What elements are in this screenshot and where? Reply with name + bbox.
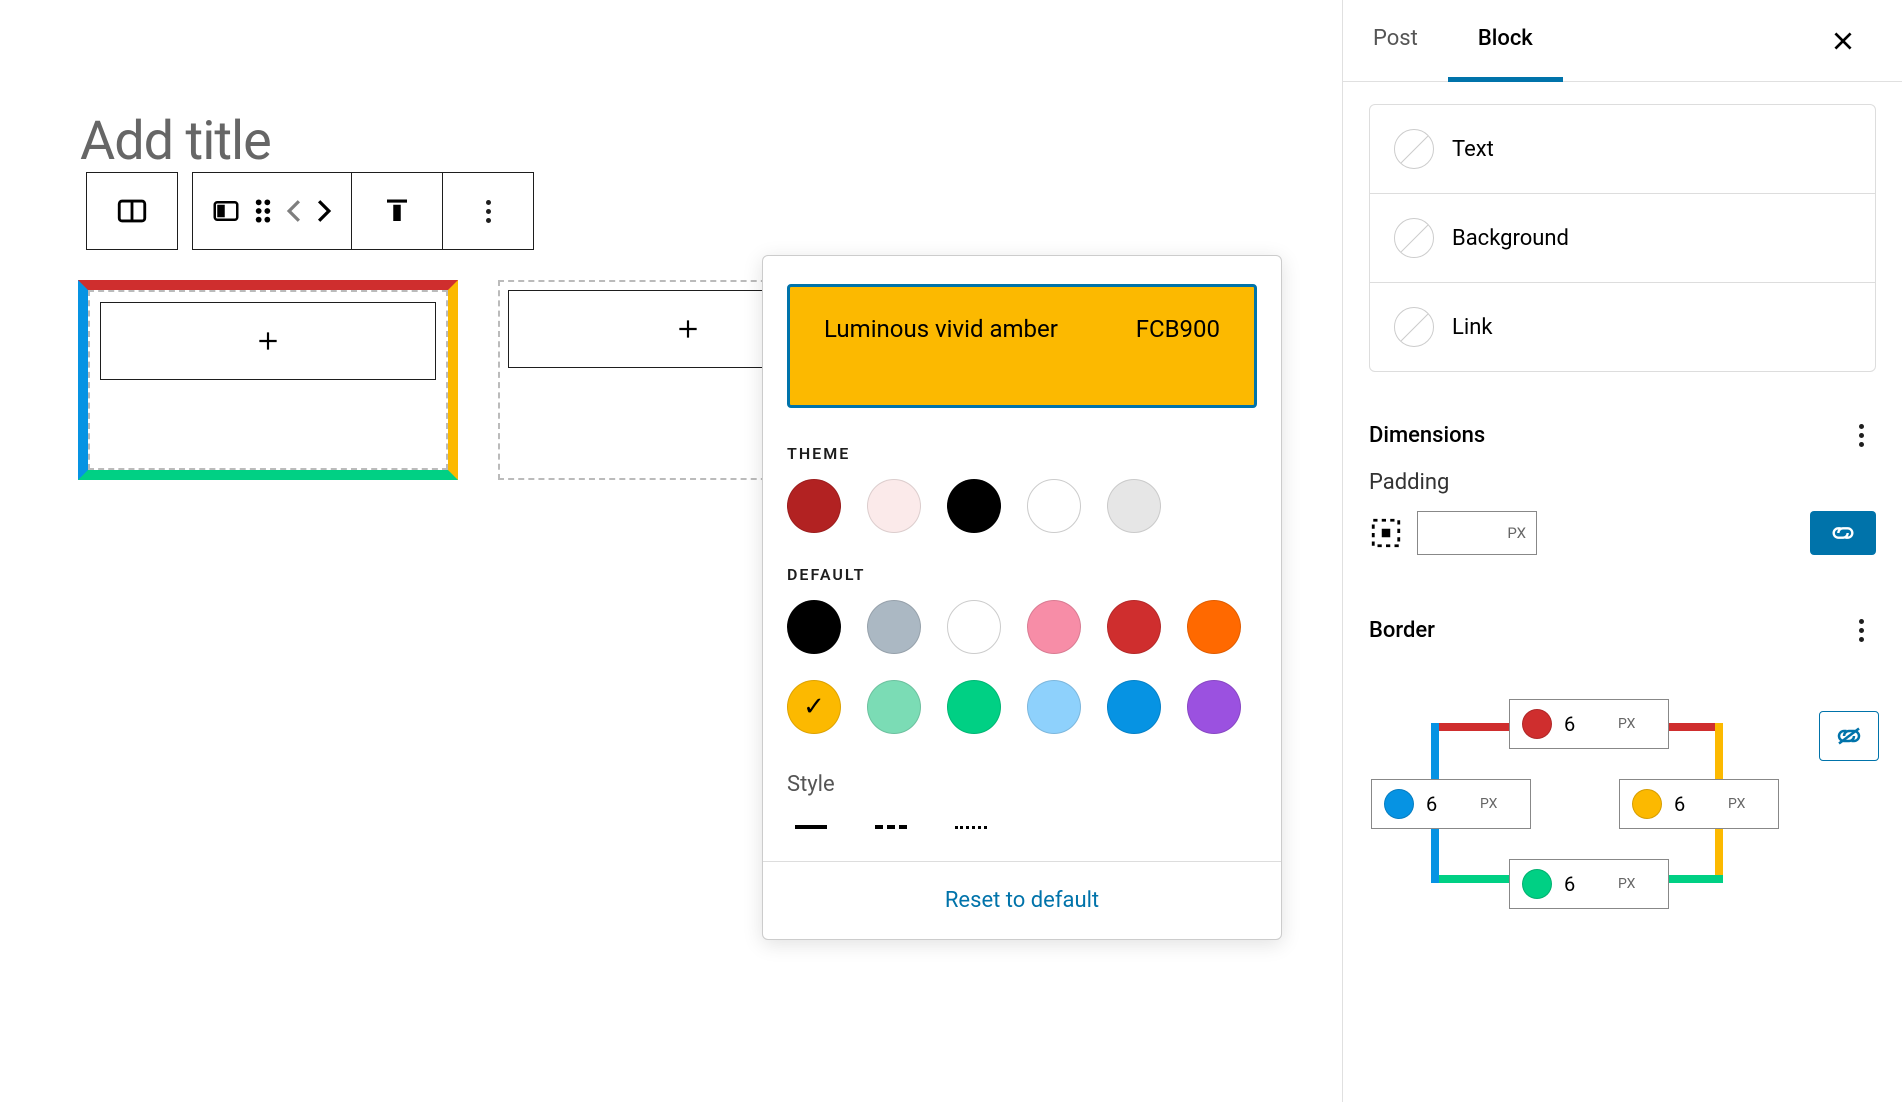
theme-palette-heading: THEME xyxy=(763,432,1281,471)
selected-color-hex: FCB900 xyxy=(1136,315,1220,343)
color-preview[interactable]: Luminous vivid amber FCB900 xyxy=(787,284,1257,408)
color-swatch[interactable] xyxy=(787,600,841,654)
color-swatch[interactable] xyxy=(1027,680,1081,734)
plus-icon xyxy=(675,316,701,342)
tab-post[interactable]: Post xyxy=(1343,0,1448,82)
border-style-heading: Style xyxy=(763,754,1281,805)
align-button[interactable] xyxy=(352,172,442,250)
null-color-icon xyxy=(1394,218,1434,258)
post-title-placeholder[interactable]: Add title xyxy=(80,110,271,173)
tab-block[interactable]: Block xyxy=(1448,0,1563,82)
link-sides-button[interactable] xyxy=(1810,511,1876,555)
padding-sides-icon[interactable] xyxy=(1369,516,1403,550)
color-swatch[interactable] xyxy=(947,479,1001,533)
columns-block xyxy=(78,280,878,480)
color-option-text[interactable]: Text xyxy=(1370,105,1875,194)
plus-icon xyxy=(255,328,281,354)
border-top-color-swatch[interactable] xyxy=(1522,709,1552,739)
drag-handle-icon[interactable] xyxy=(253,198,273,224)
move-right-icon[interactable] xyxy=(315,198,333,224)
color-swatch[interactable] xyxy=(1027,600,1081,654)
border-bottom-input[interactable]: 6 PX xyxy=(1509,859,1669,909)
color-swatch[interactable] xyxy=(1187,680,1241,734)
align-top-icon xyxy=(382,196,412,226)
border-panel-header[interactable]: Border xyxy=(1343,589,1902,659)
border-options-button[interactable] xyxy=(1846,615,1876,645)
block-toolbar xyxy=(86,172,534,250)
border-bottom-color-swatch[interactable] xyxy=(1522,869,1552,899)
color-swatch[interactable] xyxy=(867,479,921,533)
color-swatch[interactable] xyxy=(867,680,921,734)
sidebar-tabs: Post Block xyxy=(1343,0,1902,82)
close-icon xyxy=(1830,28,1856,54)
theme-swatch-row xyxy=(763,471,1281,553)
border-right-color-swatch[interactable] xyxy=(1632,789,1662,819)
border-top-input[interactable]: 6 PX xyxy=(1509,699,1669,749)
color-swatch[interactable] xyxy=(1107,600,1161,654)
border-right-input[interactable]: 6 PX xyxy=(1619,779,1779,829)
block-appender[interactable] xyxy=(100,302,436,380)
border-left-color-swatch[interactable] xyxy=(1384,789,1414,819)
unlink-borders-button[interactable] xyxy=(1819,711,1879,761)
padding-value-input[interactable]: PX xyxy=(1417,511,1537,555)
block-type-columns-button[interactable] xyxy=(87,172,177,250)
color-swatch[interactable] xyxy=(947,680,1001,734)
column-icon[interactable] xyxy=(211,196,241,226)
more-options-button[interactable] xyxy=(443,172,533,250)
border-style-dotted[interactable] xyxy=(953,813,989,833)
move-left-icon[interactable] xyxy=(285,198,303,224)
null-color-icon xyxy=(1394,129,1434,169)
unlink-icon xyxy=(1834,725,1864,747)
default-swatch-row xyxy=(763,592,1281,754)
color-swatch[interactable] xyxy=(867,600,921,654)
border-visualizer: 6 PX 6 PX 6 PX 6 PX xyxy=(1389,689,1769,919)
color-swatch[interactable] xyxy=(787,479,841,533)
kebab-icon xyxy=(473,196,503,226)
color-swatch[interactable] xyxy=(787,680,841,734)
color-picker-popover: Luminous vivid amber FCB900 THEME DEFAUL… xyxy=(762,255,1282,940)
color-swatch[interactable] xyxy=(947,600,1001,654)
color-option-background[interactable]: Background xyxy=(1370,194,1875,283)
border-style-dashed[interactable] xyxy=(873,813,909,833)
settings-sidebar: Post Block Text Background Link Dimensio… xyxy=(1342,0,1902,1102)
default-palette-heading: DEFAULT xyxy=(763,553,1281,592)
reset-to-default-button[interactable]: Reset to default xyxy=(945,888,1099,913)
dimensions-panel-header[interactable]: Dimensions xyxy=(1343,394,1902,464)
color-option-link[interactable]: Link xyxy=(1370,283,1875,371)
color-swatch[interactable] xyxy=(1027,479,1081,533)
color-swatch[interactable] xyxy=(1107,680,1161,734)
color-swatch[interactable] xyxy=(1187,600,1241,654)
link-icon xyxy=(1829,523,1857,543)
padding-label: Padding xyxy=(1369,470,1876,511)
dimensions-options-button[interactable] xyxy=(1846,420,1876,450)
border-left-input[interactable]: 6 PX xyxy=(1371,779,1531,829)
columns-icon xyxy=(115,194,149,228)
color-swatch[interactable] xyxy=(1107,479,1161,533)
close-sidebar-button[interactable] xyxy=(1810,8,1876,74)
column-block-selected[interactable] xyxy=(78,280,458,480)
border-style-solid[interactable] xyxy=(793,813,829,833)
selected-color-name: Luminous vivid amber xyxy=(824,315,1058,343)
color-options-list: Text Background Link xyxy=(1369,104,1876,372)
editor-canvas: Add title xyxy=(0,0,1342,1102)
null-color-icon xyxy=(1394,307,1434,347)
